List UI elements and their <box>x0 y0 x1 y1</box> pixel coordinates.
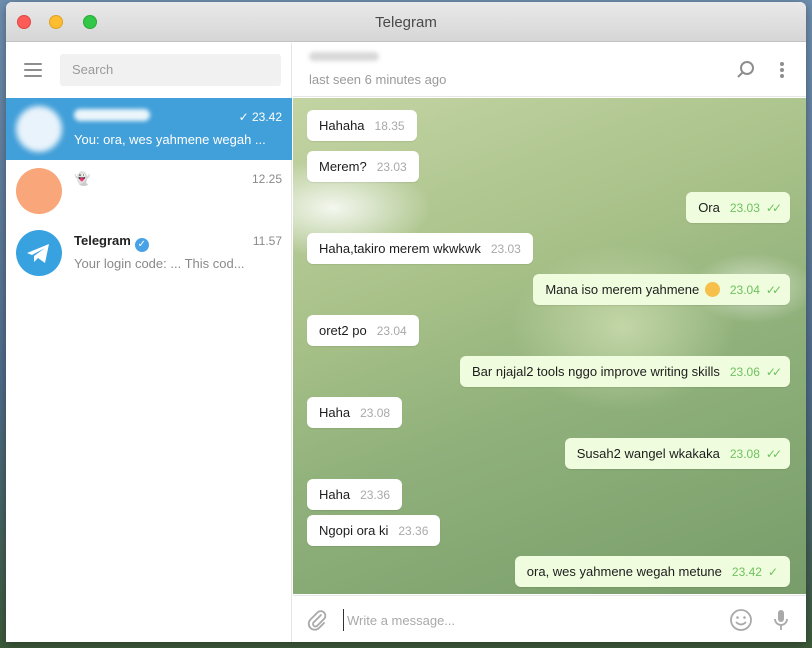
chat-item-1[interactable]: 👻 12.25 <box>6 160 292 222</box>
telegram-window: Telegram Search ✓ 23.42 You: ora, wes ya… <box>6 2 806 642</box>
read-ticks-icon: ✓✓ <box>765 283 782 297</box>
chat-item-0[interactable]: ✓ 23.42 You: ora, wes yahmene wegah ... <box>6 98 292 160</box>
chat-header: last seen 6 minutes ago <box>293 43 806 97</box>
chat-preview: You: ora, wes yahmene wegah ... <box>74 132 266 147</box>
emoji-icon[interactable] <box>728 607 754 633</box>
window-title: Telegram <box>375 14 437 31</box>
grinning-emoji-icon <box>704 282 720 297</box>
search-icon[interactable] <box>734 58 758 82</box>
chat-preview: Your login code: ... This cod... <box>74 256 245 271</box>
message-bubble[interactable]: Ngopi ora ki 23.36 <box>307 515 441 546</box>
chat-list: ✓ 23.42 You: ora, wes yahmene wegah ... … <box>6 98 292 284</box>
sent-check-icon: ✓ <box>238 110 249 124</box>
message-bubble[interactable]: Mana iso merem yahmene 23.04 ✓✓ <box>533 274 790 305</box>
telegram-logo-icon <box>16 230 62 276</box>
composer <box>293 595 806 642</box>
message-bubble[interactable]: oret2 po 23.04 <box>307 315 419 346</box>
peer-name-blurred <box>309 52 379 61</box>
sidebar: Search ✓ 23.42 You: ora, wes yahmene weg… <box>6 43 292 642</box>
message-bubble[interactable]: Haha,takiro merem wkwkwk 23.03 <box>307 233 533 264</box>
read-ticks-icon: ✓✓ <box>765 365 782 379</box>
more-options-icon[interactable] <box>770 58 794 82</box>
search-input[interactable]: Search <box>60 54 281 86</box>
message-bubble[interactable]: Bar njajal2 tools nggo improve writing s… <box>460 356 790 387</box>
title-bar: Telegram <box>6 2 806 42</box>
message-bubble[interactable]: Haha 23.36 <box>307 479 403 510</box>
avatar <box>16 168 62 214</box>
message-bubble[interactable]: Susah2 wangel wkakaka 23.08 ✓✓ <box>564 438 790 469</box>
chat-name: 👻 <box>74 171 91 186</box>
hamburger-menu-icon[interactable] <box>24 63 42 77</box>
read-ticks-icon: ✓✓ <box>765 447 782 461</box>
verified-badge-icon: ✓ <box>134 238 149 252</box>
message-bubble[interactable]: ora, wes yahmene wegah metune 23.42 ✓ <box>514 556 790 587</box>
message-bubble[interactable]: Ora 23.03 ✓✓ <box>686 192 790 223</box>
sent-tick-icon: ✓ <box>767 565 778 579</box>
attach-icon[interactable] <box>305 608 329 632</box>
chat-time: 12.25 <box>251 172 282 186</box>
avatar <box>16 106 62 152</box>
peer-status: last seen 6 minutes ago <box>309 72 447 87</box>
microphone-icon[interactable] <box>768 607 794 633</box>
message-input[interactable] <box>343 609 703 631</box>
message-bubble[interactable]: Merem? 23.03 <box>307 151 419 182</box>
chat-time: ✓ 23.42 <box>238 110 282 124</box>
chat-time: 11.57 <box>252 234 282 248</box>
chat-item-2[interactable]: Telegram ✓ 11.57 Your login code: ... Thi… <box>6 222 292 284</box>
sidebar-header: Search <box>6 43 292 97</box>
chat-pane: last seen 6 minutes ago Hahaha 18.35 Mere… <box>293 43 806 642</box>
message-bubble[interactable]: Haha 23.08 <box>307 397 403 428</box>
message-area[interactable]: Hahaha 18.35 Merem? 23.03 Ora 23.03 ✓✓ Haha,… <box>293 98 806 594</box>
chat-name-blurred <box>74 109 150 124</box>
chat-name: Telegram ✓ <box>74 233 149 252</box>
message-bubble[interactable]: Hahaha 18.35 <box>307 110 417 141</box>
read-ticks-icon: ✓✓ <box>765 201 782 215</box>
